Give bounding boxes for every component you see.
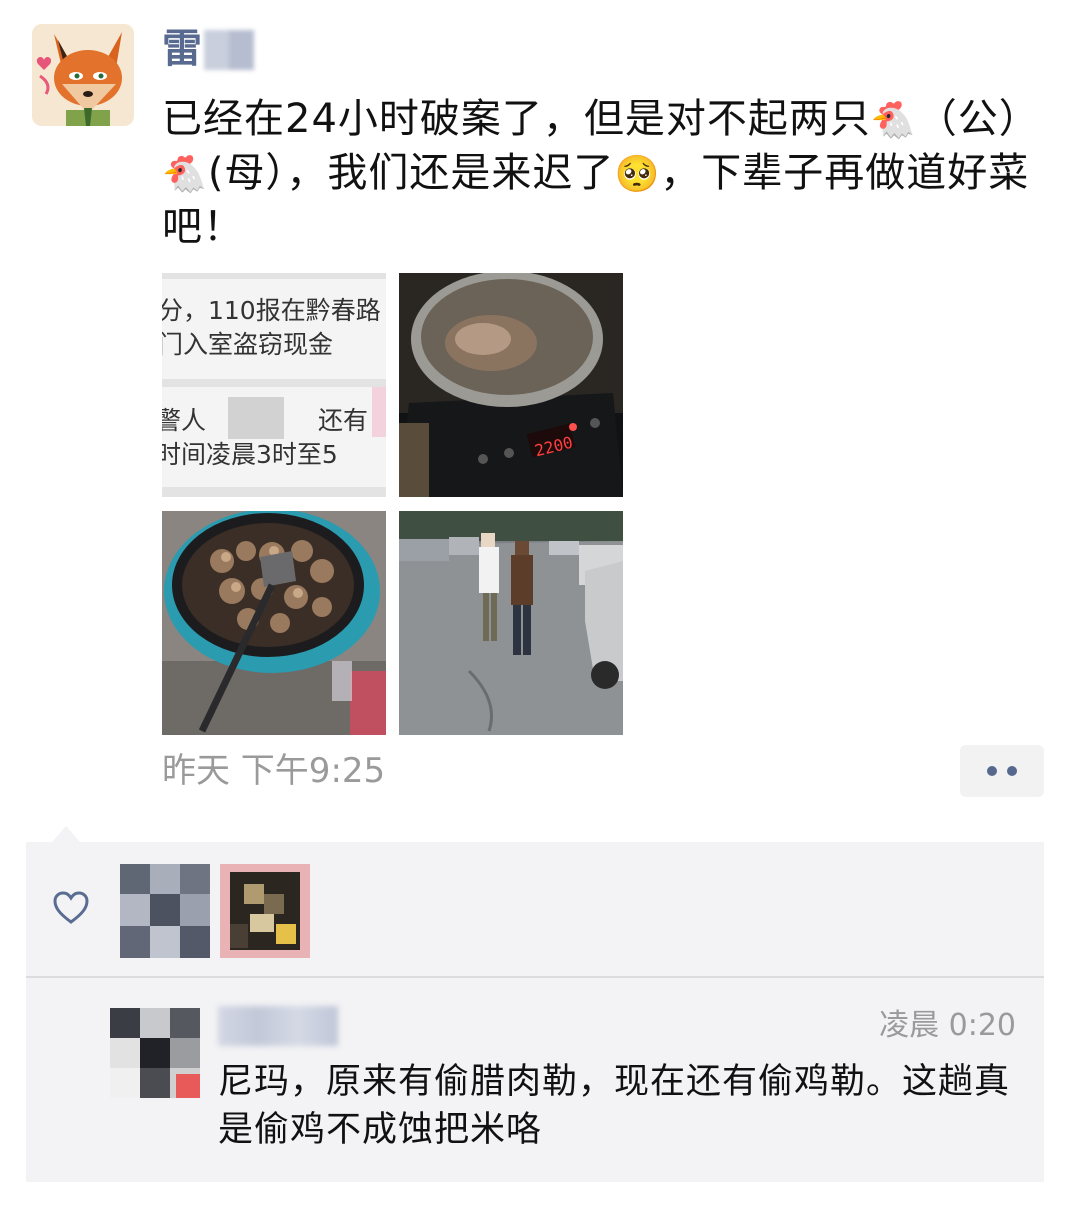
comment-time: 凌晨 0:20 xyxy=(879,1008,1016,1043)
liker-avatar[interactable] xyxy=(220,864,310,958)
likes-row xyxy=(26,842,1044,976)
commenter-name-redacted[interactable] xyxy=(218,1006,338,1046)
notice-line-5: 时间凌晨3时至5 xyxy=(162,440,338,469)
author-name[interactable]: 雷 xyxy=(162,22,202,76)
notice-line-3: 警人 xyxy=(162,406,206,435)
post-text: 已经在24小时破案了，但是对不起两只🐔（公）🐔(母），我们还是来迟了🥺，下辈子再… xyxy=(162,92,1042,254)
post-text-part-3: (母），我们还是来迟了 xyxy=(207,150,615,196)
author-avatar[interactable] xyxy=(32,24,134,126)
more-actions-button[interactable] xyxy=(960,745,1044,797)
post-timestamp: 昨天 下午9:25 xyxy=(162,751,386,791)
notice-line-4: 还有 xyxy=(318,406,368,435)
post-text-part-1: 已经在24小时破案了，但是对不起两只 xyxy=(162,96,871,142)
post-photo-street-people[interactable] xyxy=(399,511,623,735)
comment-text: 尼玛，原来有偷腊肉勒，现在还有偷鸡勒。这趟真是偷鸡不成蚀把米咯 xyxy=(218,1062,1011,1150)
more-dot-icon xyxy=(987,766,997,776)
heart-icon xyxy=(53,891,89,924)
more-dot-icon xyxy=(1007,766,1017,776)
author-name-redacted xyxy=(204,30,254,70)
rooster-emoji-icon: 🐔 xyxy=(870,100,917,141)
liker-avatar[interactable] xyxy=(120,864,210,958)
feedback-pointer xyxy=(52,826,80,842)
notice-line-1: 分，110报在黔春路 xyxy=(162,296,381,325)
sad-face-emoji-icon: 🥺 xyxy=(614,154,661,195)
comment-item: 凌晨 0:20 尼玛，原来有偷腊肉勒，现在还有偷鸡勒。这趟真是偷鸡不成蚀把米咯 xyxy=(26,978,1044,1182)
post-photo-pot-cooker[interactable]: 2200 xyxy=(399,273,623,497)
redacted-name-blur xyxy=(228,397,284,439)
post-photo-notice[interactable]: 分，110报在黔春路 门入室盗窃现金 警人 还有 时间凌晨3时至5 xyxy=(162,273,386,497)
hen-emoji-icon: 🐔 xyxy=(162,154,208,195)
post-text-part-2: （公） xyxy=(916,96,1040,142)
commenter-avatar[interactable] xyxy=(110,1008,200,1098)
post-photo-cooked-chicken[interactable] xyxy=(162,511,386,735)
feedback-panel: 凌晨 0:20 尼玛，原来有偷腊肉勒，现在还有偷鸡勒。这趟真是偷鸡不成蚀把米咯 xyxy=(26,842,1044,1182)
notice-line-2: 门入室盗窃现金 xyxy=(162,330,333,359)
